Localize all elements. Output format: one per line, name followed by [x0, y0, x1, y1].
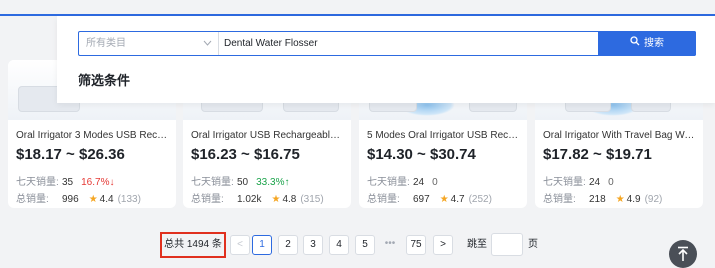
review-count: (315) — [300, 194, 324, 205]
star-icon: ★ — [615, 194, 625, 205]
goto-label: 跳至 — [467, 239, 487, 250]
search-button[interactable]: 搜索 — [598, 31, 696, 56]
product-price: $14.30 ~ $30.74 — [367, 146, 476, 163]
total-sales-label: 总销量: — [367, 194, 400, 205]
product-title[interactable]: Oral Irrigator USB Rechargeable Water Fl… — [191, 130, 345, 141]
product-price: $17.82 ~ $19.71 — [543, 146, 652, 163]
total-sales-label: 总销量: — [16, 194, 49, 205]
week-sales-row: 七天销量: 35 16.7%↓ — [16, 173, 114, 188]
week-sales-row: 七天销量: 24 0 — [367, 173, 438, 188]
total-sales-value: 996 — [62, 194, 79, 205]
search-icon — [630, 31, 640, 56]
review-count: (252) — [468, 194, 492, 205]
page-button-4[interactable]: 4 — [329, 235, 349, 255]
week-sales-label: 七天销量: — [16, 177, 59, 188]
star-icon: ★ — [88, 194, 98, 205]
week-sales-label: 七天销量: — [543, 177, 586, 188]
rating-value: 4.8 — [282, 194, 297, 205]
back-to-top-icon — [676, 246, 690, 266]
star-icon: ★ — [439, 194, 449, 205]
goto-page-input[interactable] — [491, 233, 523, 256]
search-button-label: 搜索 — [644, 38, 664, 50]
rating-value: 4.9 — [626, 194, 641, 205]
week-sales-value: 24 — [589, 177, 601, 188]
total-sales-label: 总销量: — [543, 194, 576, 205]
rating-value: 4.7 — [450, 194, 465, 205]
page-button-1[interactable]: 1 — [252, 235, 272, 255]
filter-panel: 所有类目 搜索 筛选条件 — [57, 16, 715, 103]
total-sales-label: 总销量: — [191, 194, 224, 205]
total-sales-row: 总销量: 1.02k ★ 4.8 (315) — [191, 190, 324, 205]
back-to-top-button[interactable] — [669, 240, 697, 268]
star-icon: ★ — [271, 194, 281, 205]
week-sales-row: 七天销量: 50 33.3%↑ — [191, 173, 289, 188]
total-sales-value: 697 — [413, 194, 430, 205]
filter-title: 筛选条件 — [78, 73, 131, 88]
page-button-3[interactable]: 3 — [303, 235, 323, 255]
review-count: (133) — [117, 194, 141, 205]
product-title[interactable]: Oral Irrigator 3 Modes USB Rechargeable … — [16, 130, 170, 141]
total-sales-row: 总销量: 697 ★ 4.7 (252) — [367, 190, 492, 205]
week-sales-value: 50 — [237, 177, 249, 188]
week-change: 33.3%↑ — [256, 177, 290, 188]
total-sales-row: 总销量: 996 ★ 4.4 (133) — [16, 190, 141, 205]
total-count: 总共 1494 条 — [160, 232, 226, 258]
week-sales-value: 24 — [413, 177, 425, 188]
search-input[interactable] — [224, 32, 594, 55]
page-button-5[interactable]: 5 — [355, 235, 375, 255]
week-change: 0 — [432, 177, 438, 188]
product-title[interactable]: 5 Modes Oral Irrigator USB Rechargeable … — [367, 130, 521, 141]
search-bar: 所有类目 搜索 — [78, 31, 696, 56]
next-page-button[interactable]: > — [433, 235, 453, 255]
week-sales-label: 七天销量: — [367, 177, 410, 188]
product-price: $18.17 ~ $26.36 — [16, 146, 125, 163]
page-button-2[interactable]: 2 — [278, 235, 298, 255]
pagination: 总共 1494 条 < 1 2 3 4 5 ••• 75 > 跳至 页 — [0, 232, 715, 258]
week-sales-label: 七天销量: — [191, 177, 234, 188]
week-change: 16.7%↓ — [81, 177, 115, 188]
prev-page-button[interactable]: < — [230, 235, 250, 255]
total-sales-row: 总销量: 218 ★ 4.9 (92) — [543, 190, 662, 205]
category-select[interactable]: 所有类目 — [79, 32, 219, 55]
page-ellipsis[interactable]: ••• — [380, 235, 400, 255]
goto-suffix: 页 — [528, 239, 538, 250]
review-count: (92) — [644, 194, 663, 205]
category-placeholder: 所有类目 — [86, 38, 126, 49]
product-price: $16.23 ~ $16.75 — [191, 146, 300, 163]
total-sales-value: 218 — [589, 194, 606, 205]
week-sales-row: 七天销量: 24 0 — [543, 173, 614, 188]
week-change: 0 — [608, 177, 614, 188]
page-button-last[interactable]: 75 — [406, 235, 426, 255]
product-title[interactable]: Oral Irrigator With Travel Bag Water Flo… — [543, 130, 697, 141]
chevron-down-icon — [203, 32, 212, 64]
total-sales-value: 1.02k — [237, 194, 262, 205]
rating-value: 4.4 — [99, 194, 114, 205]
week-sales-value: 35 — [62, 177, 74, 188]
